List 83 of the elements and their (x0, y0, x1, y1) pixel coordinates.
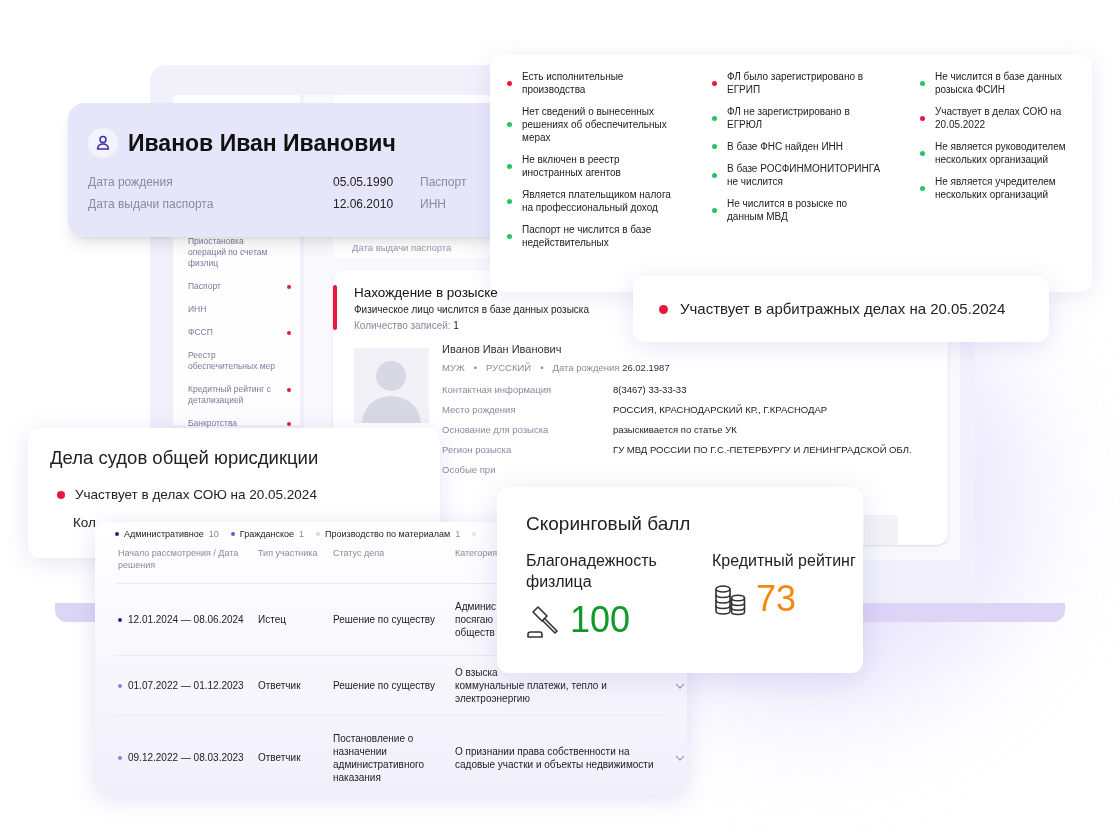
chevron-icon[interactable] (675, 682, 685, 689)
column-header: Начало рассмотрения / Дата решения (118, 547, 240, 571)
check-text: Не числится в базе данных розыска ФСИН (935, 70, 1063, 96)
legend-count: 10 (208, 528, 219, 540)
status-text: Участвует в арбитражных делах на 20.05.2024 (680, 298, 1006, 319)
table-cell-text: Решение по существу (333, 613, 436, 626)
table-cell-text: Постановление о назначении административного наказания (333, 731, 425, 784)
check-text: Паспорт не числится в базе недействительных (522, 223, 653, 249)
check-text: В базе РОСФИНМОНИТОРИНГА не числится (727, 162, 882, 188)
field-label: Дата рождения (88, 174, 174, 190)
field-label: Регион розыска (442, 443, 513, 456)
sidebar-item[interactable]: Реестр обеспечительных мер (188, 350, 283, 372)
field-label: Основание для розыска (442, 423, 550, 436)
field-value: РОССИЯ, КРАСНОДАРСКИЙ КР., Г.КРАСНОДАР (613, 403, 829, 416)
field-label: Дата выдачи паспорта (352, 242, 452, 253)
field-value: 05.05.1990 (333, 174, 395, 190)
check-text: ФЛ было зарегистрировано в ЕГРИП (727, 70, 865, 96)
card-title: Скоринговый балл (526, 512, 691, 536)
column-header: Тип участника (258, 547, 319, 560)
table-cell-text: Ответчик (258, 751, 302, 764)
legend-label: Административное (124, 528, 204, 540)
metric-label: Кредитный рейтинг (712, 551, 857, 571)
metric-label: Благонадежность физлица (526, 551, 658, 592)
field-value: 8(3467) 33-33-33 (613, 383, 688, 396)
legend-count: 1 (455, 528, 461, 540)
score-value: 100 (570, 600, 631, 640)
table-cell-text: Ответчик (258, 679, 302, 692)
person-name: Иванов Иван Иванович (442, 342, 563, 356)
status-text: Участвует в делах СОЮ на 20.05.2024 (75, 486, 317, 504)
legend-count: 1 (299, 528, 305, 540)
table-cell-text: О признании права собственности на садовые участки и объекты недвижимости (455, 744, 655, 771)
sidebar-item[interactable]: Приостановка операций по счетам физлиц (188, 236, 283, 269)
table-cell: 01.07.2022 — 01.12.2023 (128, 679, 244, 692)
check-text: Есть исполнительные производства (522, 70, 625, 96)
table-cell: О взыска коммунальные платежи, тепло и электроэнергию (455, 666, 607, 705)
table-cell: 09.12.2022 — 08.03.2023 (128, 751, 244, 764)
table-cell: Админис посягаю обществ (455, 600, 497, 639)
legend-label: Производство по материалам (325, 528, 451, 540)
accent-bar (333, 285, 337, 330)
search-button[interactable] (864, 515, 898, 545)
count-label: Кол (72, 514, 96, 533)
section-title: Нахождение в розыске (354, 284, 499, 302)
birth-date: Дата рождения 26.02.1987 (552, 361, 670, 375)
field-label: Особые при (442, 463, 497, 476)
sidebar-item[interactable]: Паспорт (188, 281, 221, 292)
check-text: В базе ФНС найден ИНН (727, 140, 844, 153)
field-label: ИНН (420, 196, 447, 212)
sidebar-item[interactable]: Банкротства (188, 418, 238, 429)
sidebar-item[interactable]: ФССП (188, 327, 213, 338)
legend-label: Гражданское (239, 528, 295, 540)
table-cell-text: Решение по существу (333, 679, 436, 692)
sidebar-item[interactable]: ИНН (188, 304, 207, 315)
check-text: ФЛ не зарегистрировано в ЕГРЮЛ (727, 105, 851, 131)
check-text: Нет сведений о вынесенных решениях об обеспечительных мерах (522, 105, 668, 144)
check-text: Не включен в реестр иностранных агентов (522, 153, 622, 179)
nationality-text: РУССКИЙ (486, 361, 532, 375)
score-value: 73 (756, 579, 797, 619)
check-text: Не числится в розыске по данным МВД (727, 197, 849, 223)
separator-dot: • (540, 361, 544, 375)
section-subtitle: Физическое лицо числится в базе данных розыска (354, 303, 589, 317)
check-text: Участвует в делах СОЮ на 20.05.2022 (935, 105, 1063, 131)
check-text: Не является учредителем нескольких организаций (935, 175, 1057, 201)
check-text: Является плательщиком налога на профессиональный доход (522, 188, 672, 214)
field-value: ГУ МВД РОССИИ ПО Г.С.-ПЕТЕРБУРГУ И ЛЕНИНГРАДСКОЙ ОБЛ. (613, 443, 913, 456)
table-cell-text: Истец (258, 613, 287, 626)
field-value: разыскивается по статье УК (613, 423, 738, 436)
column-header: Статус дела (333, 547, 386, 560)
table-cell: 12.01.2024 — 08.06.2024 (128, 613, 244, 626)
separator-dot: • (473, 361, 478, 375)
card-title: Дела судов общей юрисдикции (50, 447, 320, 469)
column-header: Категория (455, 547, 499, 560)
user-icon (88, 128, 118, 159)
field-label: Место рождения (442, 403, 517, 416)
field-value: 12.06.2010 (333, 196, 395, 212)
sidebar-item[interactable]: Кредитный рейтинг с детализацией (188, 384, 283, 406)
gender-text: МУЖ (442, 361, 465, 375)
field-label: Контактная информация (442, 383, 553, 396)
record-count: Количество записей: 1 (354, 319, 460, 333)
field-label: Паспорт (420, 174, 468, 190)
check-text: Не является руководителем нескольких организаций (935, 140, 1067, 166)
field-label: Дата выдачи паспорта (88, 196, 215, 212)
person-name: Иванов Иван Иванович (128, 129, 396, 158)
chevron-icon[interactable] (675, 754, 685, 761)
